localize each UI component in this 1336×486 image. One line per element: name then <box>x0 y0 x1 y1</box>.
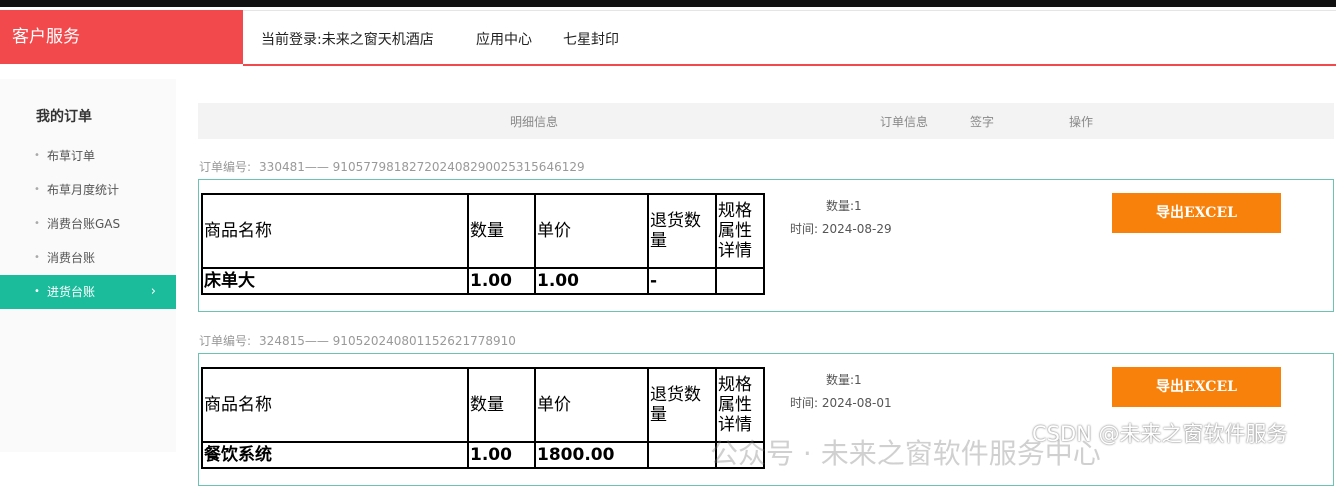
sidebar-title: 我的订单 <box>36 109 92 125</box>
cell-return-qty <box>647 441 717 469</box>
header: 客户服务 当前登录:未来之窗天机酒店 应用中心 七星封印 <box>0 7 1336 79</box>
header-order-info: 订单信息 <box>880 115 929 129</box>
nav-app-center[interactable]: 应用中心 <box>476 29 532 49</box>
sidebar-item-consumption[interactable]: • 消费台账 <box>0 241 176 275</box>
table-header-row: 商品名称 数量 单价 退货数量 规格属性详情 <box>201 193 765 269</box>
table-row: 餐饮系统 1.00 1800.00 <box>201 441 765 469</box>
window-top-bar <box>0 0 1336 7</box>
cell-product-name: 床单大 <box>201 267 469 295</box>
sidebar-item-label: 布草月度统计 <box>47 183 120 197</box>
top-nav: 当前登录:未来之窗天机酒店 应用中心 七星封印 <box>243 10 1336 66</box>
col-spec-details: 规格属性详情 <box>715 367 765 443</box>
col-product-name: 商品名称 <box>201 193 469 269</box>
order-number-label: 订单编号: <box>199 334 252 348</box>
sidebar-item-label: 布草订单 <box>47 149 96 163</box>
order-qty: 数量:1 <box>826 373 862 387</box>
cell-quantity: 1.00 <box>467 267 536 295</box>
order-time: 时间: 2024-08-29 <box>790 222 892 236</box>
cell-unit-price: 1800.00 <box>534 441 649 469</box>
sidebar-item-purchase-ledger[interactable]: • 进货台账 › <box>0 275 176 309</box>
sidebar-item-label: 消费台账GAS <box>47 217 121 231</box>
cell-spec-details <box>715 267 765 295</box>
col-return-qty: 退货数量 <box>647 367 717 443</box>
bullet-dot-icon: • <box>34 218 40 229</box>
col-product-name: 商品名称 <box>201 367 469 443</box>
csdn-watermark: CSDN @未来之窗软件服务 <box>1032 422 1288 446</box>
cell-unit-price: 1.00 <box>534 267 649 295</box>
col-quantity: 数量 <box>467 193 536 269</box>
cell-quantity: 1.00 <box>467 441 536 469</box>
col-unit-price: 单价 <box>534 367 649 443</box>
bullet-dot-icon: • <box>34 184 40 195</box>
col-quantity: 数量 <box>467 367 536 443</box>
order-number-label: 订单编号: <box>199 160 252 174</box>
order-time: 时间: 2024-08-01 <box>790 396 892 410</box>
chevron-right-icon: › <box>150 284 156 299</box>
header-action: 操作 <box>1069 115 1094 129</box>
order-items-table: 商品名称 数量 单价 退货数量 规格属性详情 床单大 1.00 1.00 - <box>201 193 765 295</box>
table-header-row: 商品名称 数量 单价 退货数量 规格属性详情 <box>201 367 765 443</box>
export-excel-button[interactable]: 导出EXCEL <box>1112 367 1281 407</box>
order-qty: 数量:1 <box>826 199 862 213</box>
export-excel-button[interactable]: 导出EXCEL <box>1112 193 1281 233</box>
cell-return-qty: - <box>647 267 717 295</box>
sidebar-item-label: 消费台账 <box>47 251 96 265</box>
bullet-dot-icon: • <box>34 286 40 297</box>
order-items-table: 商品名称 数量 单价 退货数量 规格属性详情 餐饮系统 1.00 1800.00 <box>201 367 765 469</box>
header-sign: 签字 <box>970 115 995 129</box>
sidebar: 我的订单 • 布草订单 • 布草月度统计 • 消费台账GAS • 消费台账 • … <box>0 79 176 452</box>
brand-title[interactable]: 客户服务 <box>0 10 243 64</box>
header-detail: 明细信息 <box>510 115 559 129</box>
sidebar-item-label: 进货台账 <box>47 285 96 299</box>
bullet-dot-icon: • <box>34 252 40 263</box>
col-spec-details: 规格属性详情 <box>715 193 765 269</box>
table-row: 床单大 1.00 1.00 - <box>201 267 765 295</box>
main-content: 明细信息 订单信息 签字 操作 订单编号: 330481—— 9105779818… <box>176 79 1336 486</box>
sidebar-item-linen-orders[interactable]: • 布草订单 <box>0 139 176 173</box>
current-login-text: 当前登录:未来之窗天机酒店 <box>261 32 434 48</box>
bullet-dot-icon: • <box>34 150 40 161</box>
sidebar-item-consumption-gas[interactable]: • 消费台账GAS <box>0 207 176 241</box>
orders-table-header: 明细信息 订单信息 签字 操作 <box>198 103 1334 139</box>
order-number: 订单编号: 330481—— 91057798182720240829002531… <box>199 158 585 175</box>
order-card: 商品名称 数量 单价 退货数量 规格属性详情 床单大 1.00 1.00 - 数… <box>198 179 1334 312</box>
order-number: 订单编号: 324815—— 910520240801152621778910 <box>199 332 516 349</box>
nav-seven-star[interactable]: 七星封印 <box>563 29 619 49</box>
sidebar-item-linen-monthly[interactable]: • 布草月度统计 <box>0 173 176 207</box>
cell-product-name: 餐饮系统 <box>201 441 469 469</box>
order-number-value: 330481—— 9105779818272024082900253156461… <box>259 160 585 174</box>
col-return-qty: 退货数量 <box>647 193 717 269</box>
order-number-value: 324815—— 910520240801152621778910 <box>259 334 516 348</box>
col-unit-price: 单价 <box>534 193 649 269</box>
